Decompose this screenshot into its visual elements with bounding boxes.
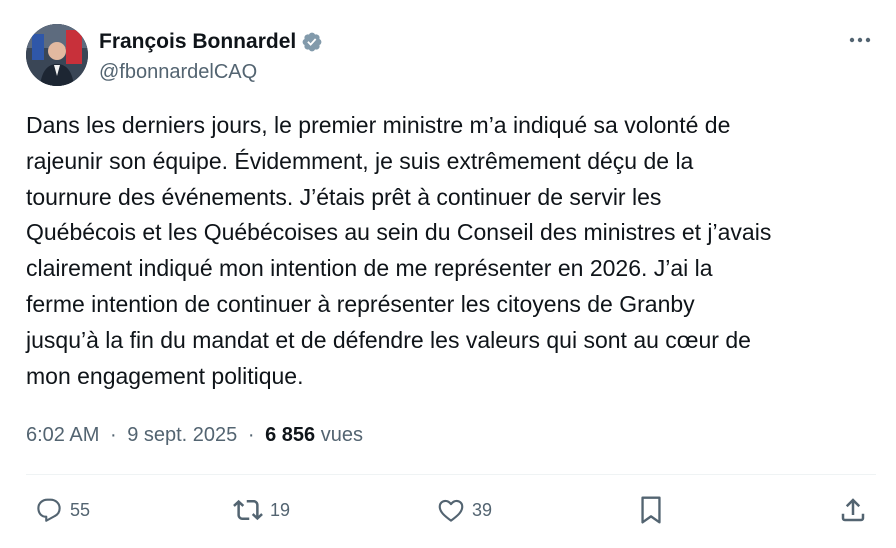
bookmark-icon	[641, 496, 661, 524]
reply-button[interactable]: 55	[34, 490, 90, 530]
more-dots-icon	[849, 37, 871, 43]
repost-icon	[233, 499, 263, 521]
tweet-text-line: rajeunir son équipe. Évidemment, je suis…	[26, 147, 694, 174]
verified-badge-icon	[301, 31, 323, 53]
avatar[interactable]	[26, 24, 88, 86]
share-icon	[841, 498, 865, 522]
avatar-image	[26, 24, 88, 86]
meta-separator: ·	[247, 424, 255, 446]
tweet-time[interactable]: 6:02 AM	[26, 424, 99, 446]
meta-separator: ·	[109, 424, 117, 446]
tweet-text-line: ferme intention de continuer à représent…	[26, 290, 695, 317]
bookmark-button[interactable]	[638, 490, 664, 530]
tweet-text-line: Dans les derniers jours, le premier mini…	[26, 112, 731, 138]
author-name-row: François Bonnardel	[99, 29, 323, 55]
tweet-text: Dans les derniers jours, le premier mini…	[26, 108, 866, 394]
tweet-date[interactable]: 9 sept. 2025	[127, 424, 237, 446]
tweet-text-line: tournure des événements. J’étais prêt à …	[26, 183, 662, 210]
tweet-meta: 6:02 AM · 9 sept. 2025 · 6 856 vues	[26, 422, 363, 448]
reply-icon	[37, 498, 61, 522]
tweet-card: François Bonnardel @fbonnardelCAQ Dans l…	[0, 0, 896, 548]
tweet-text-line: clairement indiqué mon intention de me r…	[26, 255, 713, 282]
action-bar: 55 19 39	[26, 490, 876, 530]
heart-icon	[438, 499, 464, 522]
reply-count: 55	[70, 500, 91, 520]
tweet-text-line: jusqu’à la fin du mandat et de défendre …	[26, 326, 751, 353]
repost-button[interactable]: 19	[232, 490, 290, 530]
more-options-button[interactable]	[844, 24, 876, 56]
divider	[26, 474, 876, 475]
tweet-text-line: Québécois et les Québécoises au sein du …	[26, 219, 772, 246]
like-count: 39	[472, 500, 493, 520]
author-name[interactable]: François Bonnardel	[99, 29, 296, 55]
share-button[interactable]	[838, 490, 868, 530]
views-label: vues	[320, 424, 363, 446]
tweet-text-line: mon engagement politique.	[26, 362, 304, 389]
views-count: 6 856	[265, 424, 316, 446]
repost-count: 19	[270, 500, 291, 520]
like-button[interactable]: 39	[436, 490, 492, 530]
author-handle[interactable]: @fbonnardelCAQ	[99, 59, 257, 85]
